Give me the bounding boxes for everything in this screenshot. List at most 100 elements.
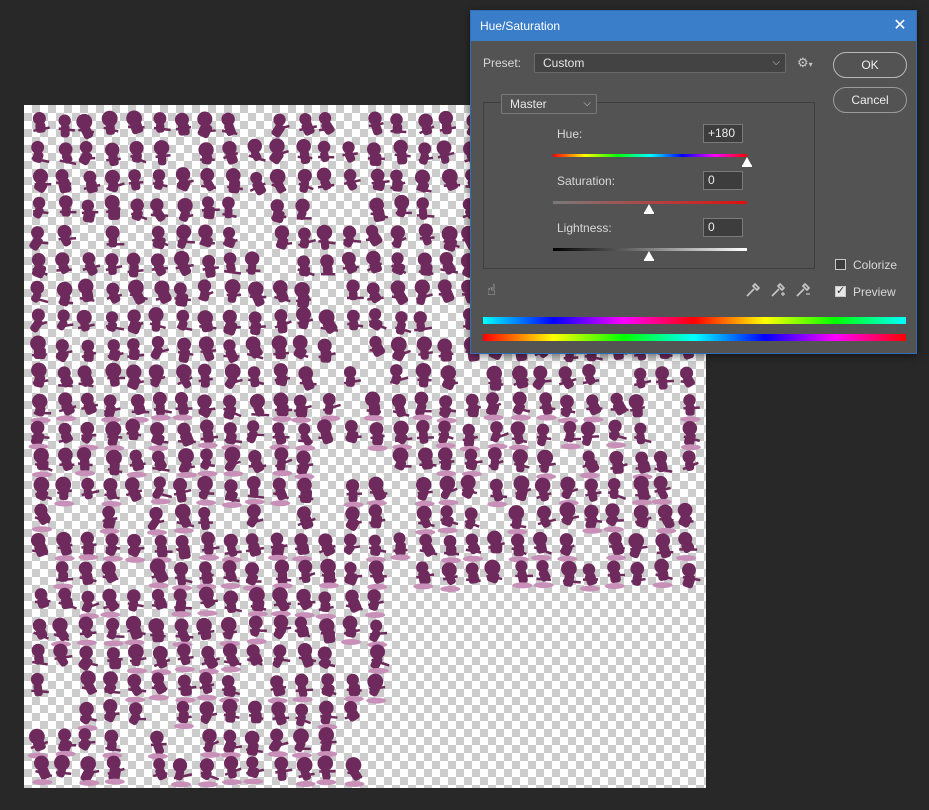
sprite-frame xyxy=(33,168,52,193)
sprite-frame xyxy=(390,252,407,276)
sprite-frame xyxy=(391,393,410,418)
close-icon[interactable]: ✕ xyxy=(888,14,912,38)
dialog-titlebar[interactable]: Hue/Saturation ✕ xyxy=(471,11,916,41)
dialog-title: Hue/Saturation xyxy=(480,19,561,33)
sprite-frame xyxy=(273,614,292,640)
sprite-frame xyxy=(148,307,167,332)
sprite-frame xyxy=(342,225,362,248)
colorize-checkbox[interactable] xyxy=(835,259,846,270)
sprite-frame xyxy=(79,756,100,786)
sprite-frame xyxy=(440,562,461,592)
sprite-frame xyxy=(32,111,50,133)
sprite-frame xyxy=(345,589,363,613)
sprite-frame xyxy=(172,562,193,591)
sprite-frame xyxy=(438,110,457,135)
eyedropper-icon[interactable] xyxy=(745,282,761,301)
sprite-frame xyxy=(34,588,51,609)
sprite-frame xyxy=(175,674,197,704)
sprite-frame xyxy=(392,447,412,471)
sprite-frame xyxy=(271,113,290,138)
sprite-frame xyxy=(58,422,74,444)
channel-dropdown[interactable]: Master ⌵ xyxy=(501,94,597,114)
sprite-frame xyxy=(369,197,389,223)
sprite-frame xyxy=(298,559,316,584)
sprite-frame xyxy=(221,479,242,508)
sprite-frame xyxy=(438,475,459,506)
saturation-input[interactable]: 0 xyxy=(703,171,743,190)
sprite-frame xyxy=(222,140,239,165)
sprite-frame xyxy=(153,140,171,166)
sprite-frame xyxy=(78,561,97,586)
lightness-input[interactable]: 0 xyxy=(703,218,743,237)
sprite-frame xyxy=(416,419,435,444)
sprite-frame xyxy=(318,309,339,334)
eyedropper-minus-icon[interactable] xyxy=(795,282,811,301)
sprite-frame xyxy=(274,225,293,250)
preview-checkbox[interactable] xyxy=(835,284,846,297)
sprite-frame xyxy=(54,531,75,562)
sprite-frame xyxy=(274,756,293,781)
sprite-frame xyxy=(341,251,360,274)
preset-dropdown[interactable]: Custom ⌵ xyxy=(534,53,786,73)
sprite-frame xyxy=(221,533,242,563)
sprite-frame xyxy=(294,450,315,480)
sprite-frame xyxy=(418,113,435,136)
sprite-frame xyxy=(78,645,98,671)
sprite-frame xyxy=(197,586,219,617)
sprite-frame xyxy=(31,140,50,164)
sprite-frame xyxy=(223,394,242,420)
hue-input[interactable]: +180 xyxy=(703,124,743,143)
sprite-frame xyxy=(31,253,48,279)
sprite-frame xyxy=(222,226,238,249)
sprite-frame xyxy=(222,698,240,723)
lightness-slider-thumb[interactable] xyxy=(644,251,654,261)
sprite-frame xyxy=(200,168,217,192)
sprite-frame xyxy=(317,419,334,445)
sprite-frame xyxy=(537,505,557,528)
sprite-frame xyxy=(272,644,291,668)
sprite-frame xyxy=(202,254,220,278)
sprite-frame xyxy=(130,198,148,221)
sprite-frame xyxy=(390,336,412,362)
sprite-frame xyxy=(460,474,478,499)
sprite-frame xyxy=(291,394,312,423)
sprite-frame xyxy=(83,170,101,194)
sprite-frame xyxy=(298,227,317,249)
sprite-frame xyxy=(105,169,125,193)
ok-button[interactable]: OK xyxy=(833,52,907,78)
eyedropper-plus-icon[interactable] xyxy=(770,282,786,301)
hue-slider-thumb[interactable] xyxy=(742,157,752,167)
sprite-frame xyxy=(366,282,384,304)
sprite-frame xyxy=(105,362,126,387)
sprite-frame xyxy=(392,420,413,451)
sprite-frame xyxy=(81,199,99,223)
sprite-frame xyxy=(415,362,432,388)
sprite-frame xyxy=(58,195,77,217)
sprite-frame xyxy=(559,502,580,526)
sprite-frame xyxy=(440,365,459,391)
gear-icon[interactable]: ⚙▾ xyxy=(797,55,813,71)
hue-slider-track[interactable] xyxy=(553,154,747,157)
sprite-frame xyxy=(604,560,625,590)
saturation-slider-thumb[interactable] xyxy=(644,204,654,214)
sprite-frame xyxy=(243,756,265,785)
sprite-frame xyxy=(316,224,336,250)
sprite-frame xyxy=(127,338,145,361)
sprite-frame xyxy=(292,335,309,360)
sprite-frame xyxy=(682,450,699,472)
sprite-frame xyxy=(245,336,264,360)
sprite-frame xyxy=(223,446,244,477)
sprite-frame xyxy=(76,616,97,646)
sprite-frame xyxy=(103,699,120,723)
sprite-frame xyxy=(76,113,95,140)
sprite-frame xyxy=(30,335,47,360)
sprite-frame xyxy=(32,447,53,478)
sprite-frame xyxy=(319,618,336,644)
sprite-frame xyxy=(148,422,169,452)
sprite-frame xyxy=(223,252,242,275)
sprite-frame xyxy=(368,504,386,529)
sprite-frame xyxy=(487,478,508,508)
cancel-button[interactable]: Cancel xyxy=(833,87,907,113)
hand-adjust-icon[interactable]: ☝ xyxy=(487,281,496,299)
sprite-frame xyxy=(150,476,173,505)
